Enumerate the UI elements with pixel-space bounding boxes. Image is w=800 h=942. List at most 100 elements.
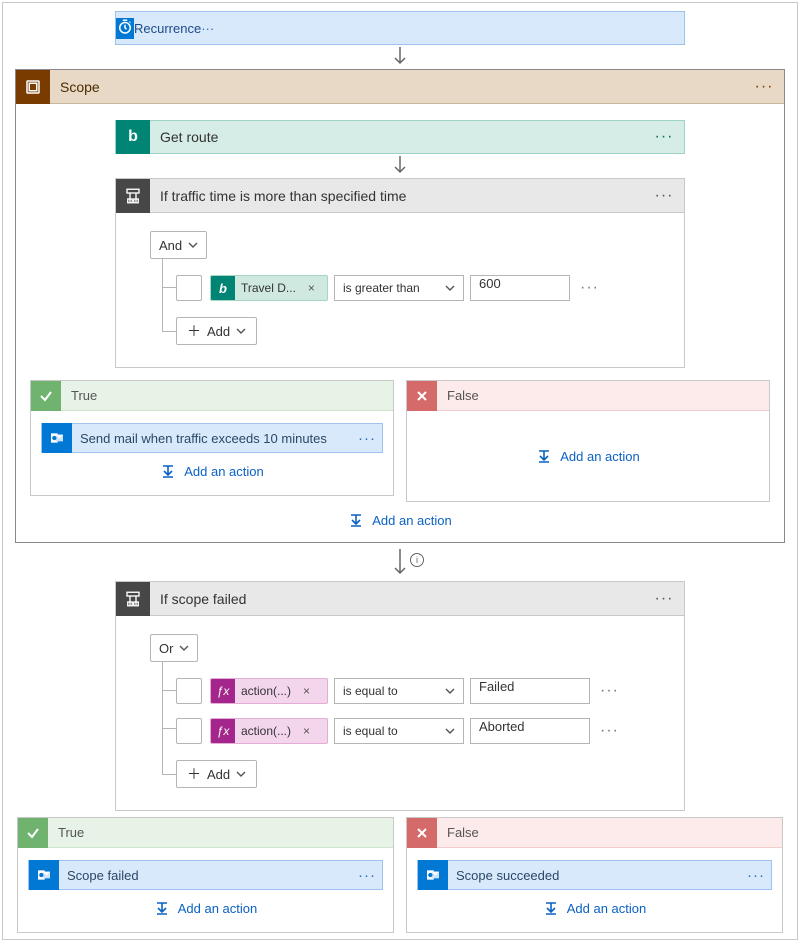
value-input[interactable]: Failed bbox=[470, 678, 590, 704]
outer-true-header: True bbox=[18, 818, 393, 848]
add-action-icon bbox=[160, 463, 176, 479]
chevron-down-icon bbox=[188, 240, 198, 250]
plus-icon: ＋ bbox=[187, 321, 201, 341]
group-op-label: Or bbox=[159, 641, 173, 656]
branch-false: False Add an action bbox=[406, 380, 770, 502]
bing-icon: b bbox=[211, 275, 235, 301]
row-menu[interactable]: ··· bbox=[600, 682, 619, 700]
condition2-menu[interactable]: ··· bbox=[644, 590, 684, 608]
add-action-icon bbox=[543, 900, 559, 916]
row-checkbox[interactable] bbox=[176, 678, 202, 704]
info-icon[interactable]: i bbox=[410, 553, 424, 567]
add-condition-row-2[interactable]: ＋ Add bbox=[176, 760, 257, 788]
plus-icon: ＋ bbox=[187, 764, 201, 784]
value-input[interactable]: Aborted bbox=[470, 718, 590, 744]
trigger-recurrence[interactable]: Recurrence ··· bbox=[115, 11, 685, 45]
condition-row: b Travel D... × is greater than 600 ··· bbox=[150, 271, 662, 305]
row-menu[interactable]: ··· bbox=[600, 722, 619, 740]
token-expression[interactable]: ƒx action(...) × bbox=[210, 718, 328, 744]
token-expression[interactable]: ƒx action(...) × bbox=[210, 678, 328, 704]
value-input[interactable]: 600 bbox=[470, 275, 570, 301]
chevron-down-icon bbox=[445, 726, 455, 736]
branch-false-label: False bbox=[437, 388, 479, 403]
operator-label: is equal to bbox=[343, 724, 398, 738]
add-action-icon bbox=[348, 512, 364, 528]
condition-traffic: If traffic time is more than specified t… bbox=[115, 178, 685, 368]
x-icon bbox=[407, 818, 437, 848]
action-scope-failed-menu[interactable]: ··· bbox=[352, 867, 382, 884]
branch-false-header: False bbox=[407, 381, 769, 411]
condition2-title: If scope failed bbox=[150, 591, 644, 607]
row-checkbox[interactable] bbox=[176, 275, 202, 301]
scope-add-action[interactable]: Add an action bbox=[16, 502, 784, 532]
condition-traffic-header[interactable]: If traffic time is more than specified t… bbox=[116, 179, 684, 213]
chevron-down-icon bbox=[179, 643, 189, 653]
condition-traffic-menu[interactable]: ··· bbox=[644, 187, 684, 205]
action-get-route[interactable]: b Get route ··· bbox=[115, 120, 685, 154]
fx-icon: ƒx bbox=[211, 678, 235, 704]
token-remove[interactable]: × bbox=[297, 724, 316, 738]
token-label: Travel D... bbox=[235, 281, 302, 295]
token-label: action(...) bbox=[235, 684, 297, 698]
condition-scope-failed: If scope failed ··· Or ƒx action(...) × bbox=[115, 581, 685, 811]
scope-icon bbox=[16, 70, 50, 104]
action-scope-succeeded[interactable]: Scope succeeded ··· bbox=[417, 860, 772, 890]
arrow-down-icon bbox=[392, 47, 408, 67]
operator-select[interactable]: is equal to bbox=[334, 678, 464, 704]
token-remove[interactable]: × bbox=[302, 281, 321, 295]
bing-icon: b bbox=[116, 120, 150, 154]
action-scope-failed[interactable]: Scope failed ··· bbox=[28, 860, 383, 890]
clock-icon bbox=[116, 18, 134, 39]
check-icon bbox=[18, 818, 48, 848]
group-op-selector[interactable]: And bbox=[150, 231, 207, 259]
add-action-false[interactable]: Add an action bbox=[536, 448, 640, 464]
trigger-menu[interactable]: ··· bbox=[201, 21, 214, 36]
action-scope-succeeded-menu[interactable]: ··· bbox=[741, 867, 771, 884]
action-scope-succeeded-title: Scope succeeded bbox=[448, 868, 741, 883]
add-action-icon bbox=[536, 448, 552, 464]
group-op-selector-2[interactable]: Or bbox=[150, 634, 198, 662]
condition-icon bbox=[116, 582, 150, 616]
branch-true: True Send mail when traffic exceeds 10 m… bbox=[30, 380, 394, 496]
operator-select[interactable]: is greater than bbox=[334, 275, 464, 301]
outer-add-action-false[interactable]: Add an action bbox=[417, 890, 772, 920]
outer-false-label: False bbox=[437, 825, 479, 840]
arrow-down-icon bbox=[392, 549, 408, 577]
operator-label: is equal to bbox=[343, 684, 398, 698]
x-icon bbox=[407, 381, 437, 411]
chevron-down-icon bbox=[236, 326, 246, 336]
outer-true-label: True bbox=[48, 825, 84, 840]
scope-menu[interactable]: ··· bbox=[744, 78, 784, 96]
operator-label: is greater than bbox=[343, 281, 420, 295]
action-send-mail-menu[interactable]: ··· bbox=[352, 430, 382, 447]
outer-add-action-true[interactable]: Add an action bbox=[28, 890, 383, 920]
add-condition-row[interactable]: ＋ Add bbox=[176, 317, 257, 345]
check-icon bbox=[31, 381, 61, 411]
get-route-menu[interactable]: ··· bbox=[644, 128, 684, 146]
condition-scope-failed-header[interactable]: If scope failed ··· bbox=[116, 582, 684, 616]
outlook-icon bbox=[29, 860, 59, 890]
outlook-icon bbox=[42, 423, 72, 453]
scope-card: Scope ··· b Get route ··· If tra bbox=[15, 69, 785, 543]
branch-true-label: True bbox=[61, 388, 97, 403]
token-travel-duration[interactable]: b Travel D... × bbox=[210, 275, 328, 301]
fx-icon: ƒx bbox=[211, 718, 235, 744]
add-action-icon bbox=[154, 900, 170, 916]
token-remove[interactable]: × bbox=[297, 684, 316, 698]
chevron-down-icon bbox=[445, 686, 455, 696]
condition-traffic-title: If traffic time is more than specified t… bbox=[150, 188, 644, 204]
operator-select[interactable]: is equal to bbox=[334, 718, 464, 744]
add-action-true[interactable]: Add an action bbox=[41, 453, 383, 483]
row-menu[interactable]: ··· bbox=[580, 279, 599, 297]
chevron-down-icon bbox=[236, 769, 246, 779]
get-route-title: Get route bbox=[150, 129, 644, 145]
condition-row: ƒx action(...) × is equal to Aborted ··· bbox=[150, 714, 662, 748]
action-scope-failed-title: Scope failed bbox=[59, 868, 352, 883]
scope-header[interactable]: Scope ··· bbox=[16, 70, 784, 104]
outer-branch-false: False Scope succeeded ··· Add an action bbox=[406, 817, 783, 933]
action-send-mail[interactable]: Send mail when traffic exceeds 10 minute… bbox=[41, 423, 383, 453]
add-label: Add bbox=[207, 767, 230, 782]
row-checkbox[interactable] bbox=[176, 718, 202, 744]
action-send-mail-title: Send mail when traffic exceeds 10 minute… bbox=[72, 431, 352, 446]
add-label: Add bbox=[207, 324, 230, 339]
